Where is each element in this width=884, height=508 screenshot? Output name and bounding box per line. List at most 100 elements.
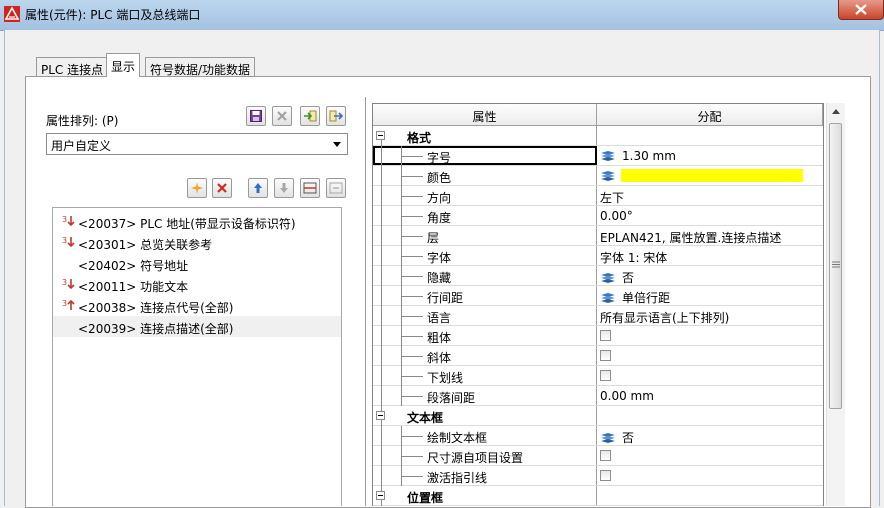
list-item[interactable]: 3 <20301> 总览关联参考 bbox=[53, 232, 341, 253]
property-name-cell[interactable]: 字体 bbox=[373, 246, 597, 266]
move-down-button[interactable] bbox=[274, 178, 294, 198]
list-item[interactable]: 3 <20038> 连接点代号(全部) bbox=[53, 295, 341, 316]
grid-property-row[interactable]: 斜体 bbox=[373, 346, 823, 366]
grid-property-row[interactable]: 隐藏 否 bbox=[373, 266, 823, 286]
property-name-cell[interactable]: 层 bbox=[373, 226, 597, 246]
property-name-cell[interactable]: 绘制文本框 bbox=[373, 426, 597, 446]
property-value-cell[interactable] bbox=[597, 406, 823, 425]
tab-symbol-function-data[interactable]: 符号数据/功能数据 bbox=[145, 57, 256, 77]
category-label: 文本框 bbox=[407, 411, 444, 425]
vertical-scrollbar[interactable] bbox=[826, 103, 845, 506]
list-item-label: <20038> 连接点代号(全部) bbox=[78, 301, 234, 315]
property-value-cell[interactable]: 字体 1: 宋体 bbox=[597, 246, 823, 265]
property-value-cell[interactable] bbox=[597, 446, 823, 465]
split-icon bbox=[303, 182, 317, 194]
property-value: 1.30 mm bbox=[622, 149, 676, 163]
grid-property-row[interactable]: 角度 0.00° bbox=[373, 206, 823, 226]
grid-property-row[interactable]: 方向 左下 bbox=[373, 186, 823, 206]
delete-entry-button[interactable] bbox=[212, 178, 232, 198]
header-value[interactable]: 分配 bbox=[597, 104, 823, 126]
save-scheme-button[interactable] bbox=[246, 106, 266, 126]
property-name-cell[interactable]: 文本框 bbox=[373, 406, 597, 426]
scrollbar-thumb[interactable] bbox=[829, 123, 842, 409]
property-value-cell[interactable] bbox=[597, 326, 823, 345]
property-value-cell[interactable]: EPLAN421, 属性放置.连接点描述 bbox=[597, 226, 823, 245]
property-value-cell[interactable]: 否 bbox=[597, 266, 823, 285]
grid-property-row[interactable]: 激活指引线 bbox=[373, 466, 823, 486]
property-list[interactable]: 3 <20037> PLC 地址(带显示设备标识符) 3 <20301> 总览关… bbox=[52, 207, 342, 506]
checkbox[interactable] bbox=[600, 450, 611, 461]
grid-category-row[interactable]: 位置框 bbox=[373, 486, 823, 506]
merge-button[interactable] bbox=[326, 178, 346, 198]
collapse-icon[interactable] bbox=[376, 131, 385, 140]
grid-property-row[interactable]: 粗体 bbox=[373, 326, 823, 346]
scroll-up-icon[interactable] bbox=[832, 109, 840, 114]
close-button[interactable] bbox=[838, 0, 884, 20]
grid-property-row[interactable]: 行间距 单倍行距 bbox=[373, 286, 823, 306]
property-value-cell[interactable]: 否 bbox=[597, 426, 823, 445]
property-name-cell[interactable]: 隐藏 bbox=[373, 266, 597, 286]
sort-scheme-select[interactable]: 用户自定义 bbox=[46, 133, 348, 155]
grip-icon bbox=[832, 261, 840, 268]
delete-scheme-button[interactable] bbox=[272, 106, 292, 126]
export-scheme-button[interactable] bbox=[326, 106, 346, 126]
grid-property-row[interactable]: 尺寸源自项目设置 bbox=[373, 446, 823, 466]
property-name-cell[interactable]: 激活指引线 bbox=[373, 466, 597, 486]
property-value-cell[interactable] bbox=[597, 366, 823, 385]
list-item[interactable]: 3 <20011> 功能文本 bbox=[53, 274, 341, 295]
property-name-cell[interactable]: 粗体 bbox=[373, 326, 597, 346]
new-entry-button[interactable] bbox=[187, 178, 207, 198]
list-item[interactable]: <20402> 符号地址 bbox=[53, 253, 341, 274]
move-up-button[interactable] bbox=[248, 178, 268, 198]
property-name-cell[interactable]: 方向 bbox=[373, 186, 597, 206]
property-value-cell[interactable]: 左下 bbox=[597, 186, 823, 205]
tab-plc-connection[interactable]: PLC 连接点 bbox=[36, 57, 109, 77]
property-value-cell[interactable] bbox=[597, 466, 823, 485]
collapse-icon[interactable] bbox=[376, 411, 385, 420]
header-property[interactable]: 属性 bbox=[373, 104, 597, 126]
property-name-cell[interactable]: 段落间距 bbox=[373, 386, 597, 406]
property-name-cell[interactable]: 行间距 bbox=[373, 286, 597, 306]
property-value-cell[interactable]: 所有显示语言(上下排列) bbox=[597, 306, 823, 325]
property-value-cell[interactable] bbox=[597, 166, 823, 185]
grid-property-row[interactable]: 字体 字体 1: 宋体 bbox=[373, 246, 823, 266]
property-name-cell[interactable]: 语言 bbox=[373, 306, 597, 326]
grid-property-row[interactable]: 颜色 bbox=[373, 166, 823, 186]
grid-category-row[interactable]: 格式 bbox=[373, 126, 823, 146]
grid-category-row[interactable]: 文本框 bbox=[373, 406, 823, 426]
checkbox[interactable] bbox=[600, 350, 611, 361]
list-item-selected[interactable]: <20039> 连接点描述(全部) bbox=[53, 316, 341, 337]
tab-display[interactable]: 显示 bbox=[106, 53, 141, 77]
grid-property-row[interactable]: 下划线 bbox=[373, 366, 823, 386]
property-value-cell[interactable]: 0.00 mm bbox=[597, 386, 823, 405]
property-value-cell[interactable]: 0.00° bbox=[597, 206, 823, 225]
grid-property-row[interactable]: 语言 所有显示语言(上下排列) bbox=[373, 306, 823, 326]
property-name-cell[interactable]: 格式 bbox=[373, 126, 597, 146]
split-button[interactable] bbox=[300, 178, 320, 198]
grid-property-row[interactable]: 字号 1.30 mm bbox=[373, 146, 823, 166]
property-value-cell[interactable]: 单倍行距 bbox=[597, 286, 823, 305]
grid-property-row[interactable]: 段落间距 0.00 mm bbox=[373, 386, 823, 406]
import-scheme-button[interactable] bbox=[300, 106, 320, 126]
grid-property-row[interactable]: 绘制文本框 否 bbox=[373, 426, 823, 446]
property-name-cell[interactable]: 角度 bbox=[373, 206, 597, 226]
property-value-cell[interactable] bbox=[597, 126, 823, 145]
color-swatch[interactable] bbox=[621, 169, 803, 182]
property-value: 0.00 mm bbox=[600, 389, 654, 403]
property-value-cell[interactable] bbox=[597, 346, 823, 365]
checkbox[interactable] bbox=[600, 370, 611, 381]
checkbox[interactable] bbox=[600, 470, 611, 481]
checkbox[interactable] bbox=[600, 330, 611, 341]
property-name-cell[interactable]: 位置框 bbox=[373, 486, 597, 506]
property-value-cell[interactable] bbox=[597, 486, 823, 505]
collapse-icon[interactable] bbox=[376, 491, 385, 500]
list-item[interactable]: 3 <20037> PLC 地址(带显示设备标识符) bbox=[53, 211, 341, 232]
property-grid[interactable]: 属性 分配 格式 字号 1.30 mm 颜色 方向 左下 角度 0.00° 层 EPLAN421,… bbox=[372, 103, 824, 506]
property-name-cell[interactable]: 颜色 bbox=[373, 166, 597, 186]
grid-property-row[interactable]: 层 EPLAN421, 属性放置.连接点描述 bbox=[373, 226, 823, 246]
property-name-cell[interactable]: 尺寸源自项目设置 bbox=[373, 446, 597, 466]
property-value-cell[interactable]: 1.30 mm bbox=[597, 146, 823, 165]
property-name-cell[interactable]: 下划线 bbox=[373, 366, 597, 386]
property-name-cell[interactable]: 字号 bbox=[373, 146, 597, 166]
property-name-cell[interactable]: 斜体 bbox=[373, 346, 597, 366]
